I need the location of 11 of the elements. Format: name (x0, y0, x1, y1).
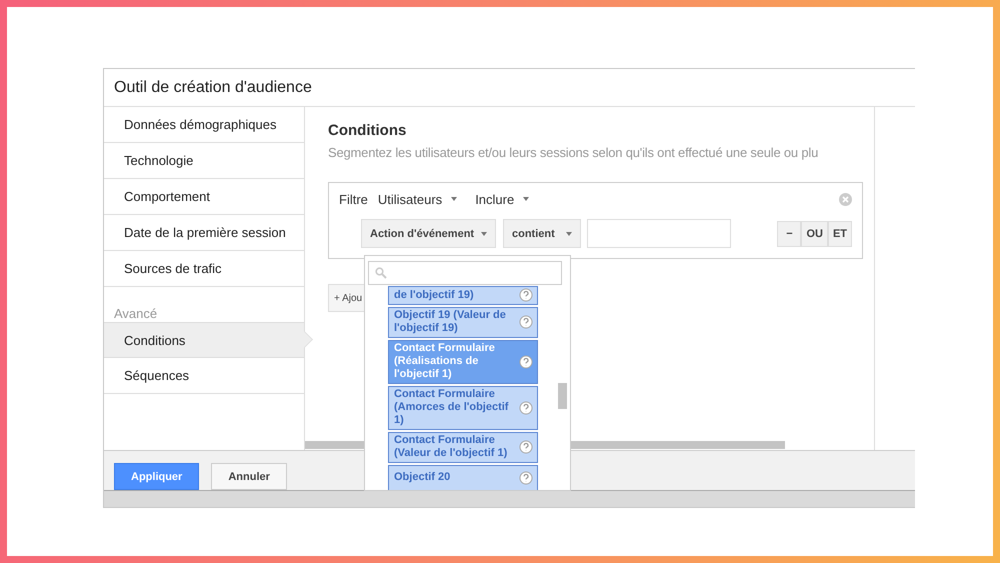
section-label: Avancé (113, 305, 158, 322)
option-label: Objectif 19 (Valeur de l'objectif 19) (394, 309, 507, 335)
option-label: Contact Formulaire (Réalisations de l'objectif 1) (394, 342, 496, 381)
option-label: de l'objectif 19) (394, 288, 475, 302)
filter-label: Filtre (339, 192, 368, 206)
option-label: Contact Formulaire (Valeur de l'objectif 1) (394, 434, 508, 460)
section-title: Conditions (328, 122, 408, 139)
window-title: Outil de création d'audience (104, 69, 915, 107)
option-label: Objectif 20 (394, 471, 452, 484)
option-label: Contact Formulaire (Amorces de l'objectif 1) (394, 388, 510, 427)
description-text: Segmentez les utilisateurs et/ou leurs sessions selon qu'ils ont effectué une seule ou plu (328, 145, 820, 160)
